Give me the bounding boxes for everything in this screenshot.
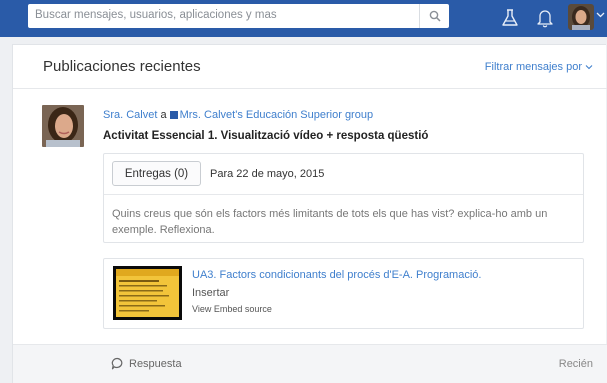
chevron-down-icon[interactable] xyxy=(596,12,605,18)
filter-label: Filtrar mensajes por xyxy=(484,61,582,73)
author-link[interactable]: Sra. Calvet xyxy=(103,109,157,121)
post-header: Sra. Calvet a Mrs. Calvet's Educación Sup… xyxy=(103,109,373,121)
group-link[interactable]: Mrs. Calvet's Educación Superior group xyxy=(180,109,373,121)
card-header: Publicaciones recientes Filtrar mensajes… xyxy=(13,45,607,89)
apps-button[interactable] xyxy=(498,6,522,30)
page-title: Publicaciones recientes xyxy=(43,58,201,75)
search-input[interactable]: Buscar mensajes, usuarios, aplicaciones … xyxy=(35,9,277,21)
reply-bubble-icon xyxy=(111,357,123,370)
embed-title-link[interactable]: UA3. Factors condicionants del procés d'… xyxy=(192,269,481,281)
flask-icon xyxy=(502,9,518,26)
user-avatar[interactable] xyxy=(568,4,594,30)
embed-thumbnail[interactable] xyxy=(113,266,182,320)
recent-posts-card: Publicaciones recientes Filtrar mensajes… xyxy=(12,44,607,383)
bell-icon xyxy=(537,10,553,28)
assignment-header: Entregas (0) Para 22 de mayo, 2015 xyxy=(104,154,583,195)
post-footer: Respuesta Recién xyxy=(13,344,607,383)
post-title: Activitat Essencial 1. Visualització víd… xyxy=(103,130,429,142)
search-icon xyxy=(429,10,441,22)
due-date: Para 22 de mayo, 2015 xyxy=(210,168,325,180)
group-icon xyxy=(169,110,178,119)
notifications-button[interactable] xyxy=(533,6,557,30)
reply-button[interactable]: Respuesta xyxy=(111,357,182,370)
search-button[interactable] xyxy=(419,4,449,28)
filter-messages-button[interactable]: Filtrar mensajes por xyxy=(485,61,593,73)
assignment-text: Quins creus que són els factors més limi… xyxy=(112,208,548,236)
submissions-button[interactable]: Entregas (0) xyxy=(112,161,201,186)
post-timestamp: Recién xyxy=(558,358,593,370)
chevron-down-icon xyxy=(585,65,593,70)
author-avatar[interactable] xyxy=(42,105,84,147)
embed-insert-link[interactable]: Insertar xyxy=(192,287,229,299)
search-box[interactable]: Buscar mensajes, usuarios, aplicaciones … xyxy=(28,4,449,28)
reply-label: Respuesta xyxy=(129,357,182,370)
embed-source-link[interactable]: View Embed source xyxy=(192,304,272,314)
connector-text: a xyxy=(160,109,167,121)
embed-card: UA3. Factors condicionants del procés d'… xyxy=(103,258,584,329)
top-navigation-bar: Buscar mensajes, usuarios, aplicaciones … xyxy=(0,0,607,37)
assignment-box: Entregas (0) Para 22 de mayo, 2015 Quins… xyxy=(103,153,584,243)
